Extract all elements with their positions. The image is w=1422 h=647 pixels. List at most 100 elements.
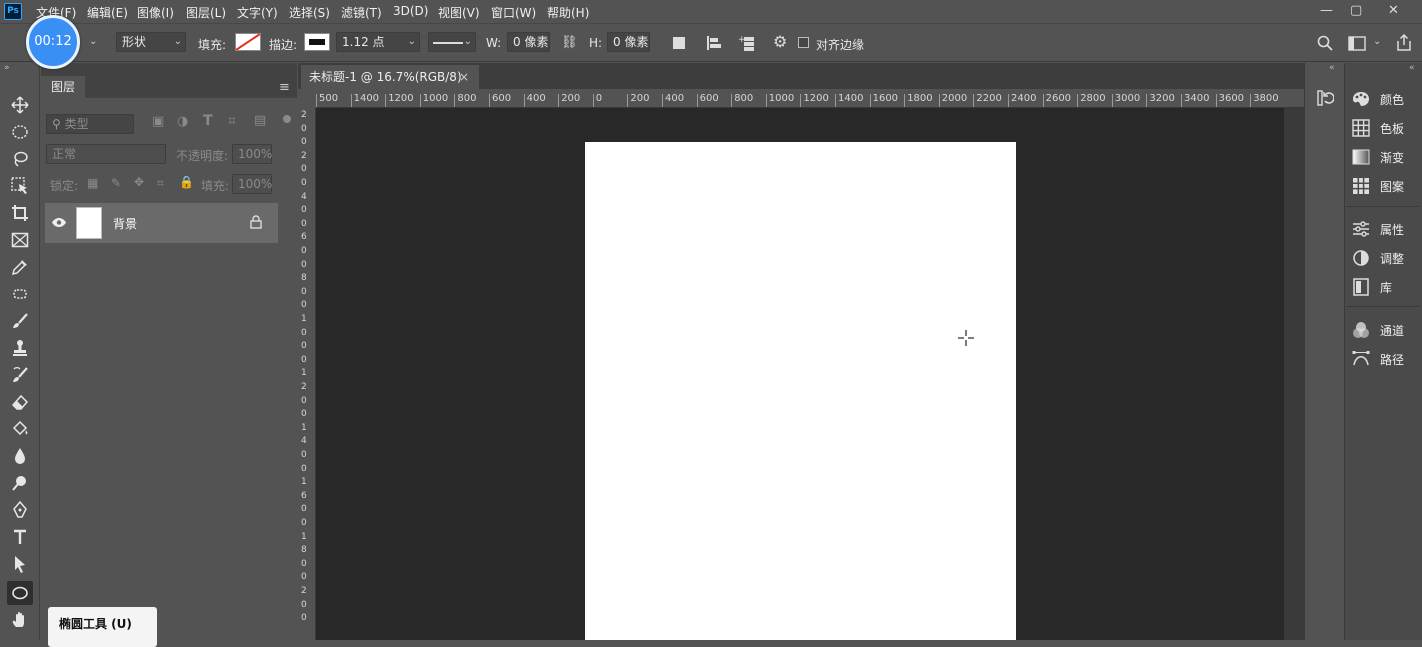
- tool-preset-chevron-icon[interactable]: ⌄: [89, 36, 97, 47]
- lock-all-icon[interactable]: 🔒: [179, 175, 194, 189]
- move-tool-icon[interactable]: [9, 94, 31, 116]
- collapse-chevrons-icon[interactable]: «: [1409, 63, 1415, 73]
- share-icon[interactable]: [1396, 34, 1412, 51]
- workspace-icon[interactable]: [1348, 36, 1366, 51]
- menu-view[interactable]: 视图(V): [438, 4, 480, 21]
- width-field[interactable]: 0 像素: [507, 32, 550, 52]
- horizontal-ruler[interactable]: 500 1400 1200 1000 800 600 400 200 0 200 400 600 800…: [316, 90, 1304, 108]
- menu-help[interactable]: 帮助(H): [547, 4, 589, 21]
- align-edges-checkbox[interactable]: [798, 37, 809, 48]
- type-tool-icon[interactable]: [9, 526, 31, 548]
- panel-menu-icon[interactable]: ≡: [279, 80, 290, 95]
- collapse-chevrons-icon[interactable]: »: [4, 63, 10, 73]
- search-icon[interactable]: [1317, 35, 1333, 51]
- ruler-origin[interactable]: [298, 90, 316, 108]
- filter-toggle-icon[interactable]: [283, 115, 291, 123]
- close-button[interactable]: ✕: [1388, 3, 1399, 18]
- stroke-type-select[interactable]: ⌄: [428, 32, 476, 52]
- tab-layers[interactable]: 图层: [41, 76, 85, 98]
- panel-patterns[interactable]: 图案: [1352, 175, 1418, 197]
- history-panel-icon[interactable]: [1316, 89, 1334, 107]
- menu-type[interactable]: 文字(Y): [237, 4, 278, 21]
- lasso-tool-icon[interactable]: [9, 148, 31, 170]
- menu-filter[interactable]: 滤镜(T): [341, 4, 382, 21]
- fill-swatch[interactable]: [235, 33, 261, 51]
- close-tab-icon[interactable]: ×: [459, 65, 469, 89]
- path-arrangement-icon[interactable]: +: [738, 33, 758, 53]
- menu-3d[interactable]: 3D(D): [393, 4, 428, 18]
- object-selection-tool-icon[interactable]: [9, 175, 31, 197]
- panel-paths[interactable]: 路径: [1352, 348, 1418, 370]
- panel-channels[interactable]: 通道: [1352, 319, 1418, 341]
- blur-tool-icon[interactable]: [9, 445, 31, 467]
- layer-filter-kind-select[interactable]: ⚲ 类型: [46, 114, 134, 134]
- paint-bucket-tool-icon[interactable]: [9, 418, 31, 440]
- filter-pixel-icon[interactable]: ▣: [152, 114, 164, 129]
- ruler-tick-label: 0: [301, 123, 307, 134]
- panel-swatches[interactable]: 色板: [1352, 117, 1418, 139]
- document-canvas[interactable]: [585, 142, 1016, 640]
- panel-libraries[interactable]: 库: [1352, 276, 1418, 298]
- filter-type-icon[interactable]: T: [203, 113, 213, 129]
- panel-properties[interactable]: 属性: [1352, 218, 1418, 240]
- hand-tool-icon[interactable]: [9, 609, 31, 631]
- vertical-scrollbar[interactable]: [1284, 108, 1304, 640]
- gear-icon[interactable]: ⚙: [773, 32, 787, 51]
- layer-name: 背景: [113, 217, 138, 231]
- blend-mode-select[interactable]: 正常: [46, 144, 166, 164]
- path-operations-icon[interactable]: [673, 37, 685, 49]
- collapse-chevrons-icon[interactable]: «: [1329, 63, 1335, 73]
- height-field[interactable]: 0 像素: [607, 32, 650, 52]
- clone-stamp-tool-icon[interactable]: [9, 337, 31, 359]
- workspace-chevron-icon[interactable]: ⌄: [1373, 36, 1381, 47]
- eraser-tool-icon[interactable]: [9, 391, 31, 413]
- layer-row-background[interactable]: 背景: [45, 203, 278, 243]
- filter-shape-icon[interactable]: ⌗: [228, 113, 236, 129]
- panel-gradients[interactable]: 渐变: [1352, 146, 1418, 168]
- ruler-tick-label: 3400: [1181, 94, 1209, 107]
- stroke-swatch[interactable]: [304, 33, 330, 51]
- ellipse-tool-icon[interactable]: [7, 581, 33, 605]
- history-brush-tool-icon[interactable]: [9, 364, 31, 386]
- channels-icon: [1353, 322, 1369, 338]
- vertical-ruler[interactable]: 2 0 0 2 0 0 4 0 0 6 0 0 8 0 0 1 0 0 0 1 2 0 0 1 4 0 0 1 6 0 0 1 8 0 0 2 0 0: [298, 108, 316, 640]
- path-selection-tool-icon[interactable]: [9, 553, 31, 575]
- fill-opacity-field[interactable]: 100%: [232, 174, 272, 194]
- dodge-tool-icon[interactable]: [9, 472, 31, 494]
- menu-select[interactable]: 选择(S): [289, 4, 330, 21]
- spot-healing-tool-icon[interactable]: [9, 283, 31, 305]
- brush-tool-icon[interactable]: [9, 310, 31, 332]
- pen-tool-icon[interactable]: [9, 499, 31, 521]
- stroke-width-field[interactable]: 1.12 点 ⌄: [336, 32, 420, 52]
- menu-edit[interactable]: 编辑(E): [87, 4, 128, 21]
- stroke-color-bar: [309, 39, 325, 45]
- ruler-tick-label: 0: [301, 599, 307, 610]
- tool-mode-select[interactable]: 形状 ⌄: [116, 32, 186, 52]
- ruler-tick-label: 0: [301, 246, 307, 256]
- filter-adjustment-icon[interactable]: ◑: [177, 114, 188, 129]
- ruler-tick-label: 3200: [1146, 94, 1175, 107]
- minimize-button[interactable]: —: [1320, 3, 1333, 18]
- path-alignment-icon[interactable]: [705, 34, 723, 52]
- lock-transparent-icon[interactable]: ▦: [87, 176, 98, 190]
- lock-icon: [250, 215, 262, 229]
- panel-adjustments[interactable]: 调整: [1352, 247, 1418, 269]
- filter-smart-object-icon[interactable]: ▤: [254, 113, 266, 128]
- menu-image[interactable]: 图像(I): [137, 4, 174, 21]
- eyedropper-tool-icon[interactable]: [9, 256, 31, 278]
- lock-image-icon[interactable]: ✎: [111, 176, 121, 190]
- frame-tool-icon[interactable]: [9, 229, 31, 251]
- ruler-tick-label: 6: [301, 232, 307, 243]
- menu-window[interactable]: 窗口(W): [491, 4, 536, 21]
- opacity-field[interactable]: 100%: [232, 144, 272, 164]
- restore-button[interactable]: ▢: [1350, 3, 1362, 18]
- menu-layer[interactable]: 图层(L): [186, 4, 226, 21]
- document-tab[interactable]: 未标题-1 @ 16.7%(RGB/8) ×: [301, 65, 479, 89]
- crop-tool-icon[interactable]: [9, 202, 31, 224]
- link-icon[interactable]: ⛓: [561, 35, 578, 50]
- eye-visibility-icon[interactable]: [51, 217, 67, 228]
- lock-artboard-icon[interactable]: ⌗: [157, 176, 164, 191]
- panel-color[interactable]: 颜色: [1352, 88, 1418, 110]
- lock-position-icon[interactable]: ✥: [134, 175, 144, 189]
- ellipse-marquee-tool-icon[interactable]: [9, 121, 31, 143]
